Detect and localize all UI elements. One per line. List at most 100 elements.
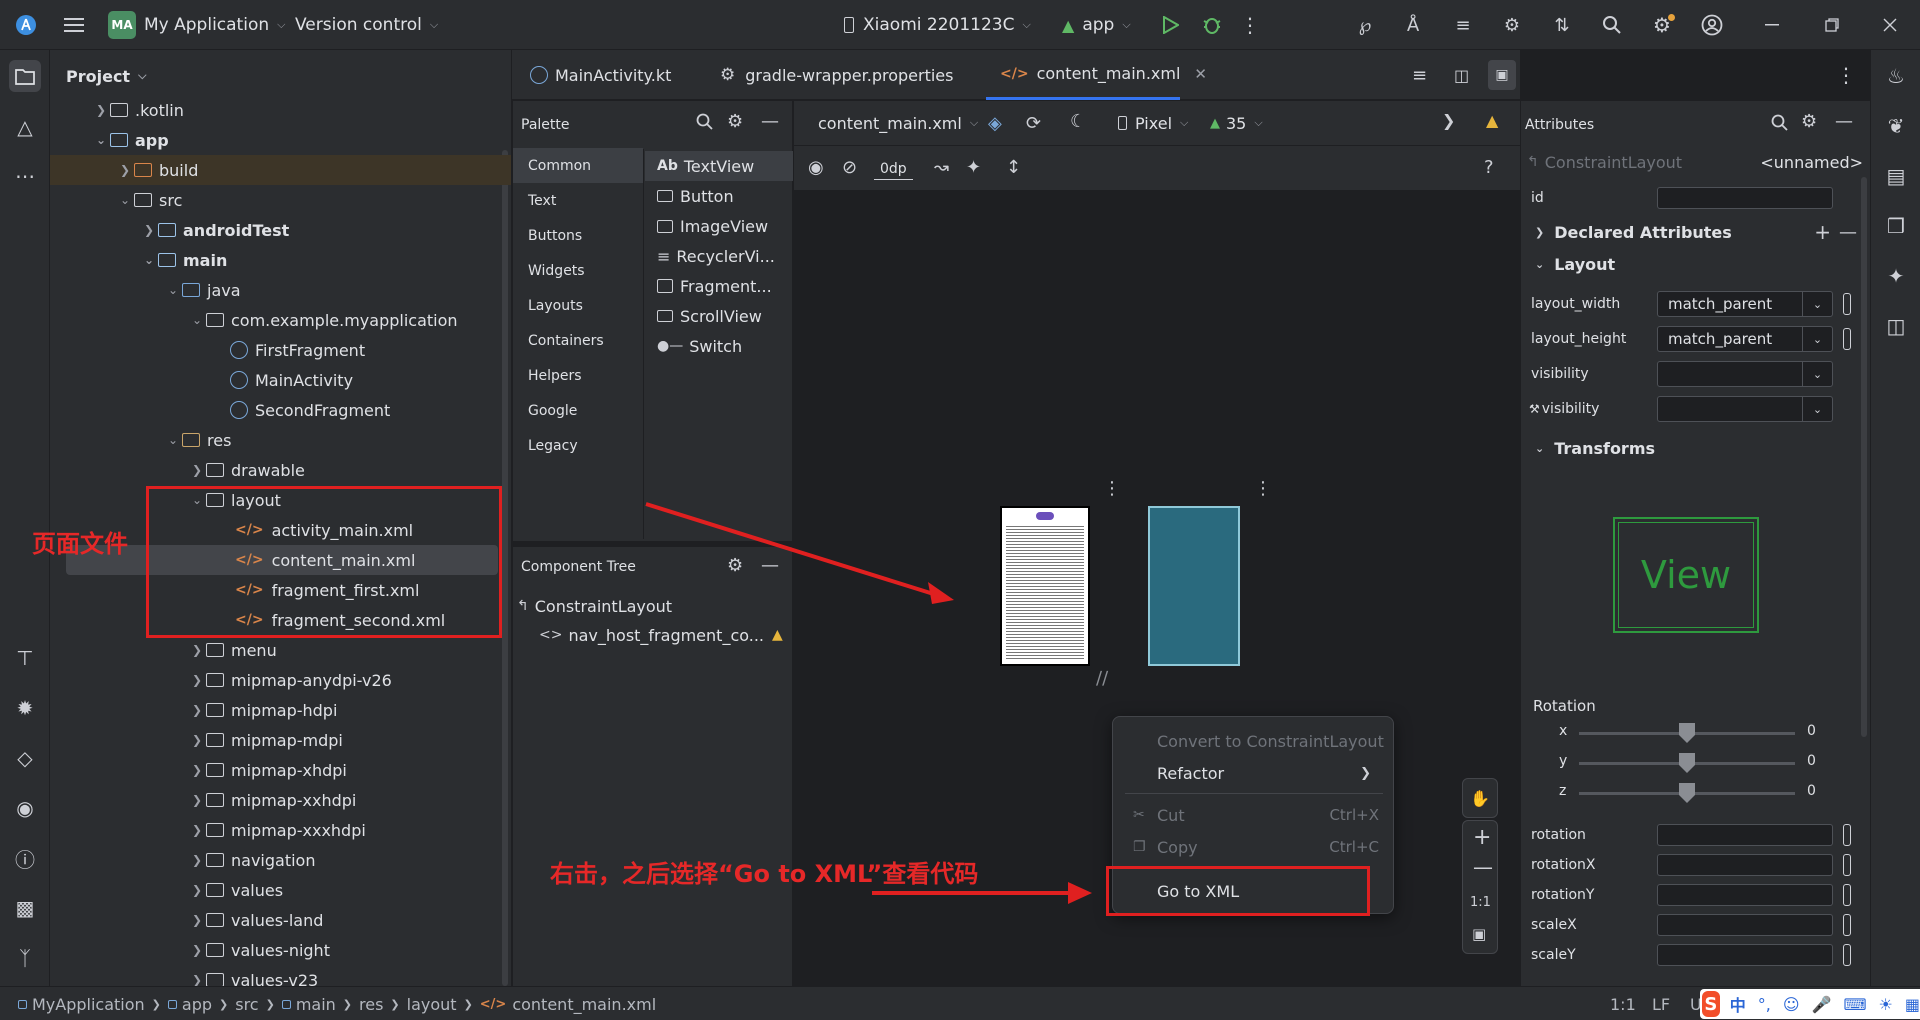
design-preview[interactable] bbox=[1000, 506, 1090, 666]
project-tool-icon[interactable] bbox=[9, 60, 41, 92]
api-level-selector[interactable]: ▲ 35 ⌵ bbox=[1210, 101, 1263, 145]
ime-language[interactable]: 中 bbox=[1730, 992, 1746, 1016]
restore-icon[interactable] bbox=[1822, 0, 1842, 50]
sync-icon[interactable]: ≡ bbox=[1448, 0, 1478, 50]
section-transforms[interactable]: ⌄ Transforms bbox=[1521, 433, 1870, 463]
rotationx-input[interactable] bbox=[1657, 854, 1833, 876]
tree-node-nav-host[interactable]: <> nav_host_fragment_co... ▲ bbox=[539, 621, 783, 649]
tree-item-kotlin[interactable]: ❯ .kotlin bbox=[50, 95, 511, 125]
run-icon[interactable] bbox=[1158, 0, 1184, 50]
breadcrumb-item[interactable]: res bbox=[359, 995, 383, 1014]
breadcrumb-item[interactable]: app bbox=[182, 995, 212, 1014]
device-mirror-icon[interactable]: ◫ bbox=[1880, 310, 1912, 342]
rotation-input[interactable] bbox=[1657, 824, 1833, 846]
toggle-icon[interactable] bbox=[1843, 944, 1851, 966]
minimize-icon[interactable] bbox=[1762, 0, 1782, 50]
device-preview-selector[interactable]: Pixel ⌵ bbox=[1118, 101, 1188, 145]
tab-close-icon[interactable]: ✕ bbox=[1194, 65, 1207, 83]
scaley-input[interactable] bbox=[1657, 944, 1833, 966]
translate-icon[interactable]: Å bbox=[1398, 0, 1428, 50]
tree-item-build[interactable]: ❯ build bbox=[50, 155, 511, 185]
toggle-icon[interactable] bbox=[1843, 293, 1851, 315]
tree-item-mipmap-hdpi[interactable]: ❯ mipmap-hdpi bbox=[50, 695, 511, 725]
run-config-selector[interactable]: ▲ app ⌵ bbox=[1062, 0, 1131, 50]
code-view-icon[interactable]: ≡ bbox=[1412, 50, 1427, 100]
tree-item-main[interactable]: ⌄ main bbox=[50, 245, 511, 275]
guidelines-icon[interactable]: ↕ bbox=[1006, 157, 1021, 178]
design-view-icon[interactable]: ▣ bbox=[1488, 60, 1516, 90]
tab-content-main[interactable]: </> content_main.xml ✕ bbox=[986, 50, 1207, 100]
tree-item-mipmap-xhdpi[interactable]: ❯ mipmap-xhdpi bbox=[50, 755, 511, 785]
android-studio-logo-icon[interactable] bbox=[12, 0, 40, 50]
profiler-icon[interactable]: ⚙ bbox=[1497, 0, 1527, 50]
rotation-z-thumb[interactable] bbox=[1679, 783, 1695, 803]
palette-category-text[interactable]: Text bbox=[513, 183, 643, 218]
zoom-in-icon[interactable]: + bbox=[1473, 825, 1491, 850]
palette-category-containers[interactable]: Containers bbox=[513, 323, 643, 358]
id-input[interactable] bbox=[1657, 187, 1833, 209]
search-icon[interactable] bbox=[696, 113, 714, 135]
split-view-icon[interactable]: ◫ bbox=[1454, 50, 1469, 100]
palette-item-textview[interactable]: Ab TextView bbox=[645, 151, 793, 181]
autoconnect-icon[interactable]: ⊘ bbox=[842, 157, 857, 178]
section-layout[interactable]: ⌄ Layout bbox=[1521, 249, 1870, 279]
palette-category-google[interactable]: Google bbox=[513, 393, 643, 428]
menu-item-convert-constraintlayout[interactable]: Convert to ConstraintLayout bbox=[1113, 725, 1395, 757]
palette-category-common[interactable]: Common bbox=[513, 148, 643, 183]
resource-manager-icon[interactable]: △ bbox=[9, 111, 41, 143]
tab-mainactivity[interactable]: MainActivity.kt bbox=[530, 50, 671, 100]
tree-item-menu[interactable]: ❯ menu bbox=[50, 635, 511, 665]
breadcrumb-item[interactable]: layout bbox=[407, 995, 457, 1014]
add-attribute-icon[interactable]: + bbox=[1814, 220, 1831, 244]
running-devices-icon[interactable]: ❒ bbox=[1880, 210, 1912, 242]
orientation-icon[interactable]: ⟳ bbox=[1026, 113, 1041, 134]
tree-item-package[interactable]: ⌄ com.example.myapplication bbox=[50, 305, 511, 335]
account-icon[interactable] bbox=[1697, 0, 1727, 50]
minimize-icon[interactable]: — bbox=[1835, 111, 1853, 132]
settings-icon[interactable]: ⚙ bbox=[1801, 111, 1817, 132]
night-mode-icon[interactable]: ☾ bbox=[1070, 111, 1086, 132]
clear-constraints-icon[interactable]: ↝ bbox=[934, 157, 949, 178]
rotation-x-thumb[interactable] bbox=[1679, 723, 1695, 743]
tree-item-secondfragment[interactable]: SecondFragment bbox=[50, 395, 511, 425]
gem-icon[interactable]: ◇ bbox=[9, 742, 41, 774]
more-actions-icon[interactable]: ⋮ bbox=[1240, 0, 1260, 50]
design-preview-menu-icon[interactable]: ⋮ bbox=[1103, 478, 1121, 499]
palette-item-recyclerview[interactable]: ≡ RecyclerVi... bbox=[645, 241, 793, 271]
zoom-actual-size[interactable]: 1:1 bbox=[1470, 895, 1491, 910]
microphone-icon[interactable]: 🎤 bbox=[1812, 995, 1832, 1014]
logcat-icon[interactable]: ◉ bbox=[9, 792, 41, 824]
terminal-icon[interactable]: ▩ bbox=[9, 892, 41, 924]
tree-item-mipmap-mdpi[interactable]: ❯ mipmap-mdpi bbox=[50, 725, 511, 755]
pan-hand-icon[interactable]: ✋ bbox=[1462, 778, 1498, 818]
palette-category-legacy[interactable]: Legacy bbox=[513, 428, 643, 463]
punctuation-icon[interactable]: °, bbox=[1758, 995, 1771, 1014]
search-icon[interactable] bbox=[1597, 0, 1627, 50]
layout-width-select[interactable]: match_parent ⌄ bbox=[1657, 291, 1833, 317]
tree-item-values-v23[interactable]: ❯ values-v23 bbox=[50, 965, 511, 986]
tree-item-firstfragment[interactable]: FirstFragment bbox=[50, 335, 511, 365]
caret-position[interactable]: 1:1 bbox=[1610, 987, 1636, 1020]
palette-item-scrollview[interactable]: ScrollView bbox=[645, 301, 793, 331]
tree-item-drawable[interactable]: ❯ drawable bbox=[50, 455, 511, 485]
rotation-x-slider[interactable] bbox=[1579, 723, 1795, 743]
resize-handle-icon[interactable]: ∕∕ bbox=[1096, 668, 1108, 689]
device-manager-icon[interactable]: ⇅ bbox=[1547, 0, 1577, 50]
build-icon[interactable]: ℘ bbox=[1350, 0, 1380, 50]
main-menu-icon[interactable] bbox=[60, 0, 88, 50]
section-declared-attributes[interactable]: ❯ Declared Attributes + — bbox=[1521, 217, 1870, 247]
minimize-icon[interactable]: — bbox=[761, 111, 779, 132]
tree-item-mainactivity[interactable]: MainActivity bbox=[50, 365, 511, 395]
gemini-icon[interactable]: ✦ bbox=[1880, 260, 1912, 292]
blueprint-preview[interactable] bbox=[1148, 506, 1240, 666]
debug-icon[interactable] bbox=[1199, 0, 1225, 50]
palette-category-widgets[interactable]: Widgets bbox=[513, 253, 643, 288]
tab-gradle-wrapper[interactable]: ⚙ gradle-wrapper.properties bbox=[720, 50, 953, 100]
palette-item-switch[interactable]: ●— Switch bbox=[645, 331, 793, 361]
menu-item-cut[interactable]: ✂ Cut Ctrl+X bbox=[1113, 799, 1395, 831]
toggle-icon[interactable] bbox=[1843, 884, 1851, 906]
breadcrumb-item[interactable]: main bbox=[296, 995, 336, 1014]
git-icon[interactable]: ᛉ bbox=[9, 942, 41, 974]
version-control-menu[interactable]: Version control ⌵ bbox=[295, 0, 438, 50]
line-separator[interactable]: LF bbox=[1652, 987, 1670, 1020]
